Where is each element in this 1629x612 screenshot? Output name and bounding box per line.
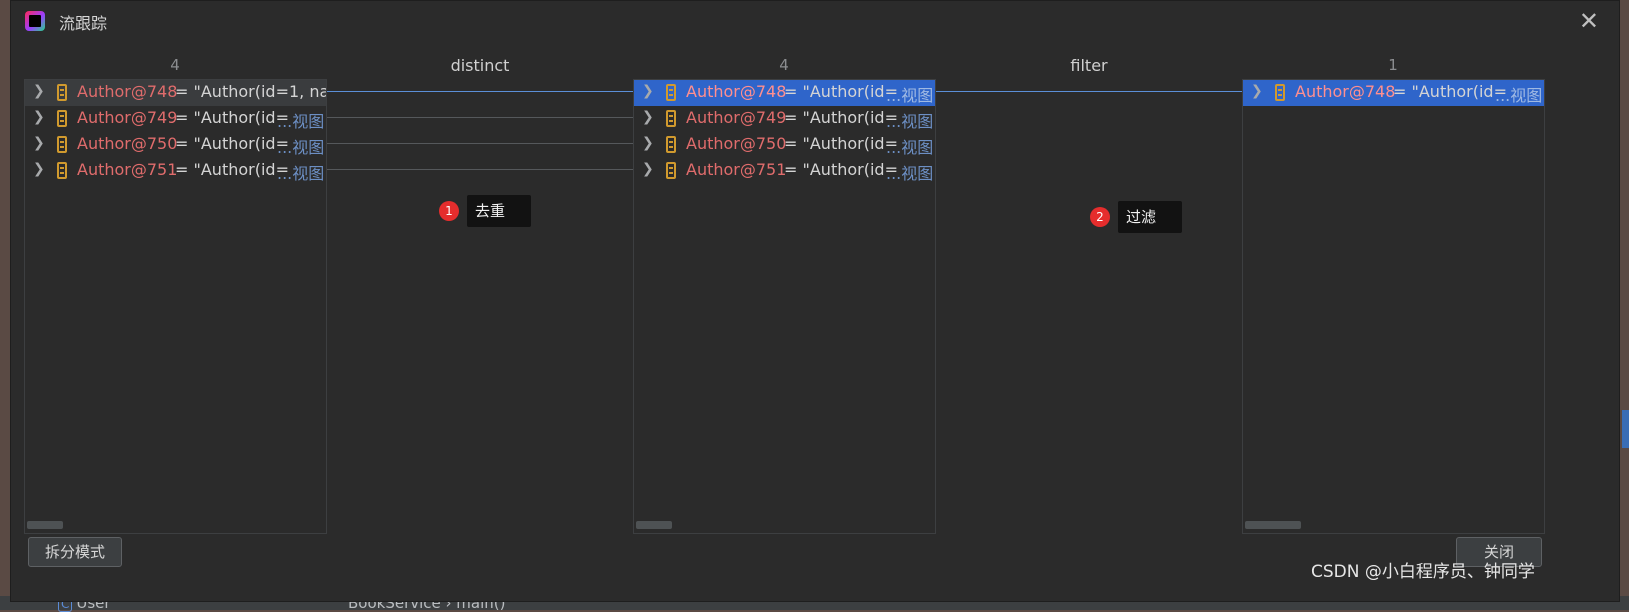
- entry-name: Author@749: [686, 108, 787, 127]
- object-field-icon: [666, 162, 676, 179]
- entry-value: = "Author(id=: [1393, 82, 1507, 101]
- stream-trace-dialog: 流跟踪 ✕ 4 distinct 4 filter 1 ❯ Author@748…: [10, 0, 1620, 602]
- trace-connector: [327, 169, 633, 170]
- object-field-icon: [57, 136, 67, 153]
- split-mode-button[interactable]: 拆分模式: [28, 537, 122, 567]
- list-item[interactable]: ❯ Author@750 = "Author(id= ...视图: [634, 132, 935, 158]
- entry-value: = "Author(id=: [175, 134, 289, 153]
- intellij-icon: [25, 11, 45, 31]
- view-link[interactable]: ...视图: [886, 160, 933, 184]
- background-scrollbar-accent: [1622, 410, 1629, 448]
- trace-connector: [327, 117, 633, 118]
- object-field-icon: [57, 110, 67, 127]
- entry-value: = "Author(id=: [784, 134, 898, 153]
- trace-connector-active: [936, 91, 1242, 92]
- chevron-right-icon[interactable]: ❯: [1251, 83, 1265, 99]
- view-link[interactable]: ...视图: [1495, 82, 1542, 106]
- chevron-right-icon[interactable]: ❯: [33, 109, 47, 125]
- dialog-title: 流跟踪: [59, 14, 108, 33]
- list-item[interactable]: ❯ Author@750 = "Author(id= ...视图: [25, 132, 326, 158]
- values-panel-1: ❯ Author@748 = "Author(id=1, name ❯ Auth…: [24, 79, 327, 534]
- chevron-right-icon[interactable]: ❯: [33, 83, 47, 99]
- chevron-right-icon[interactable]: ❯: [642, 161, 656, 177]
- list-item[interactable]: ❯ Author@751 = "Author(id= ...视图: [634, 158, 935, 184]
- object-field-icon: [666, 110, 676, 127]
- operation-filter-label: filter: [1070, 56, 1108, 75]
- view-link[interactable]: ...视图: [277, 134, 324, 158]
- object-field-icon: [57, 84, 67, 101]
- annotation-filter: 过滤: [1118, 201, 1182, 233]
- column-1-count: 4: [170, 56, 180, 74]
- view-link[interactable]: ...视图: [886, 108, 933, 132]
- step-badge: 2: [1090, 207, 1110, 227]
- trace-connector: [327, 143, 633, 144]
- chevron-right-icon[interactable]: ❯: [642, 109, 656, 125]
- annotation-distinct: 去重: [467, 195, 531, 227]
- entry-value: = "Author(id=: [175, 108, 289, 127]
- column-3-count: 1: [1388, 56, 1398, 74]
- entry-name: Author@750: [77, 134, 178, 153]
- step-badge: 1: [439, 201, 459, 221]
- column-2-count: 4: [779, 56, 789, 74]
- entry-value: = "Author(id=: [784, 160, 898, 179]
- horizontal-scrollbar[interactable]: [1245, 521, 1301, 529]
- chevron-right-icon[interactable]: ❯: [642, 135, 656, 151]
- entry-value: = "Author(id=1, name: [175, 82, 326, 101]
- entry-name: Author@750: [686, 134, 787, 153]
- view-link[interactable]: ...视图: [886, 134, 933, 158]
- list-item[interactable]: ❯ Author@749 = "Author(id= ...视图: [634, 106, 935, 132]
- values-panel-2: ❯ Author@748 = "Author(id= ...视图 ❯ Autho…: [633, 79, 936, 534]
- entry-name: Author@751: [77, 160, 178, 179]
- entry-name: Author@751: [686, 160, 787, 179]
- entry-value: = "Author(id=: [784, 82, 898, 101]
- object-field-icon: [57, 162, 67, 179]
- list-item[interactable]: ❯ Author@748 = "Author(id= ...视图: [1243, 80, 1544, 106]
- chevron-right-icon[interactable]: ❯: [33, 135, 47, 151]
- view-link[interactable]: ...视图: [277, 108, 324, 132]
- object-field-icon: [666, 84, 676, 101]
- object-field-icon: [1275, 84, 1285, 101]
- horizontal-scrollbar[interactable]: [636, 521, 672, 529]
- list-item[interactable]: ❯ Author@749 = "Author(id= ...视图: [25, 106, 326, 132]
- chevron-right-icon[interactable]: ❯: [33, 161, 47, 177]
- view-link[interactable]: ...视图: [886, 82, 933, 106]
- list-item[interactable]: ❯ Author@748 = "Author(id=1, name: [25, 80, 326, 106]
- operation-distinct-label: distinct: [450, 56, 510, 75]
- watermark: CSDN @小白程序员、钟同学: [1311, 562, 1535, 582]
- entry-name: Author@748: [77, 82, 178, 101]
- close-icon[interactable]: ✕: [1579, 7, 1599, 35]
- view-link[interactable]: ...视图: [277, 160, 324, 184]
- entry-name: Author@748: [1295, 82, 1396, 101]
- entry-name: Author@749: [77, 108, 178, 127]
- entry-name: Author@748: [686, 82, 787, 101]
- trace-connector-active: [327, 91, 633, 92]
- entry-value: = "Author(id=: [175, 160, 289, 179]
- entry-value: = "Author(id=: [784, 108, 898, 127]
- horizontal-scrollbar[interactable]: [27, 521, 63, 529]
- chevron-right-icon[interactable]: ❯: [642, 83, 656, 99]
- list-item[interactable]: ❯ Author@748 = "Author(id= ...视图: [634, 80, 935, 106]
- list-item[interactable]: ❯ Author@751 = "Author(id= ...视图: [25, 158, 326, 184]
- title-bar: 流跟踪 ✕: [11, 1, 1619, 41]
- object-field-icon: [666, 136, 676, 153]
- values-panel-3: ❯ Author@748 = "Author(id= ...视图: [1242, 79, 1545, 534]
